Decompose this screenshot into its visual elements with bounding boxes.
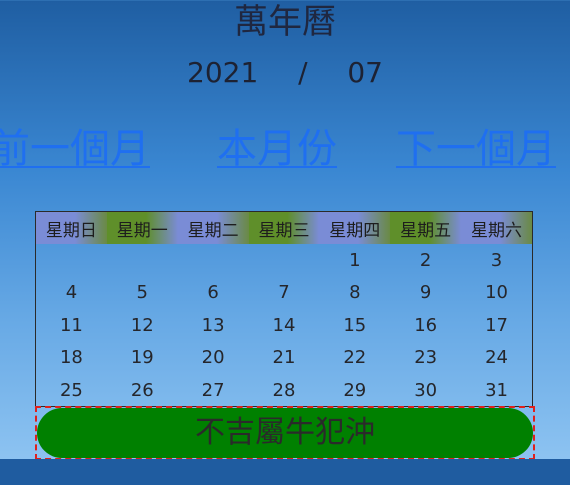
calendar-week-row: 11 12 13 14 15 16 17 bbox=[36, 309, 532, 342]
calendar-day-cell[interactable]: 18 bbox=[36, 342, 107, 375]
year-month-display: 2021 / 07 bbox=[0, 56, 570, 90]
year-month-separator: / bbox=[298, 56, 308, 89]
calendar-day-cell[interactable]: 28 bbox=[249, 374, 320, 407]
year-value: 2021 bbox=[187, 56, 259, 89]
weekday-header-wed: 星期三 bbox=[248, 212, 320, 244]
calendar-day-cell[interactable]: 24 bbox=[461, 342, 532, 375]
calendar-day-cell[interactable]: 21 bbox=[249, 342, 320, 375]
prev-month-link[interactable]: 前一個月 bbox=[0, 119, 150, 179]
calendar-week-row: 4 5 6 7 8 9 10 bbox=[36, 277, 532, 310]
calendar-day-cell[interactable]: 25 bbox=[36, 374, 107, 407]
calendar-table-container: 星期日 星期一 星期二 星期三 星期四 星期五 星期六 1 2 3 4 5 6 … bbox=[35, 211, 533, 407]
calendar-day-cell[interactable]: 2 bbox=[390, 244, 461, 277]
calendar-day-cell[interactable]: 11 bbox=[36, 309, 107, 342]
calendar-day-cell[interactable]: 10 bbox=[461, 277, 532, 310]
fortune-bar: 不吉屬牛犯沖 bbox=[37, 408, 533, 458]
footer-strip bbox=[0, 459, 570, 485]
weekday-header-sat: 星期六 bbox=[461, 212, 532, 244]
calendar-day-cell[interactable]: 6 bbox=[178, 277, 249, 310]
calendar-day-cell[interactable]: 16 bbox=[390, 309, 461, 342]
weekday-header-mon: 星期一 bbox=[106, 212, 178, 244]
calendar-day-cell[interactable]: 22 bbox=[319, 342, 390, 375]
calendar-week-row: 25 26 27 28 29 30 31 bbox=[36, 374, 532, 407]
calendar-table: 星期日 星期一 星期二 星期三 星期四 星期五 星期六 1 2 3 4 5 6 … bbox=[36, 212, 532, 407]
month-value: 07 bbox=[347, 56, 383, 89]
page-title: 萬年曆 bbox=[234, 2, 336, 42]
calendar-day-cell[interactable]: 31 bbox=[461, 374, 532, 407]
calendar-day-cell[interactable]: 23 bbox=[390, 342, 461, 375]
calendar-day-cell[interactable]: 1 bbox=[319, 244, 390, 277]
calendar-week-row: 18 19 20 21 22 23 24 bbox=[36, 342, 532, 375]
calendar-day-cell bbox=[249, 244, 320, 277]
calendar-day-cell[interactable]: 27 bbox=[178, 374, 249, 407]
calendar-day-cell[interactable]: 20 bbox=[178, 342, 249, 375]
weekday-header-fri: 星期五 bbox=[390, 212, 462, 244]
weekday-header-row: 星期日 星期一 星期二 星期三 星期四 星期五 星期六 bbox=[36, 212, 532, 244]
calendar-day-cell bbox=[178, 244, 249, 277]
calendar-day-cell[interactable]: 19 bbox=[107, 342, 178, 375]
calendar-day-cell[interactable]: 26 bbox=[107, 374, 178, 407]
calendar-day-cell[interactable]: 15 bbox=[319, 309, 390, 342]
calendar-day-cell[interactable]: 4 bbox=[36, 277, 107, 310]
weekday-header-sun: 星期日 bbox=[36, 212, 107, 244]
weekday-header-thu: 星期四 bbox=[319, 212, 391, 244]
calendar-week-row: 1 2 3 bbox=[36, 244, 532, 277]
weekday-header-tue: 星期二 bbox=[177, 212, 249, 244]
calendar-day-cell bbox=[36, 244, 107, 277]
calendar-day-cell bbox=[107, 244, 178, 277]
calendar-day-cell[interactable]: 7 bbox=[249, 277, 320, 310]
calendar-day-cell[interactable]: 8 bbox=[319, 277, 390, 310]
next-month-link[interactable]: 下一個月 bbox=[396, 119, 556, 179]
calendar-day-cell[interactable]: 12 bbox=[107, 309, 178, 342]
calendar-day-cell[interactable]: 30 bbox=[390, 374, 461, 407]
calendar-day-cell[interactable]: 14 bbox=[249, 309, 320, 342]
calendar-day-cell[interactable]: 9 bbox=[390, 277, 461, 310]
current-month-link[interactable]: 本月份 bbox=[217, 119, 337, 179]
calendar-day-cell[interactable]: 3 bbox=[461, 244, 532, 277]
calendar-day-cell[interactable]: 5 bbox=[107, 277, 178, 310]
calendar-day-cell[interactable]: 17 bbox=[461, 309, 532, 342]
calendar-day-cell[interactable]: 29 bbox=[319, 374, 390, 407]
calendar-day-cell[interactable]: 13 bbox=[178, 309, 249, 342]
